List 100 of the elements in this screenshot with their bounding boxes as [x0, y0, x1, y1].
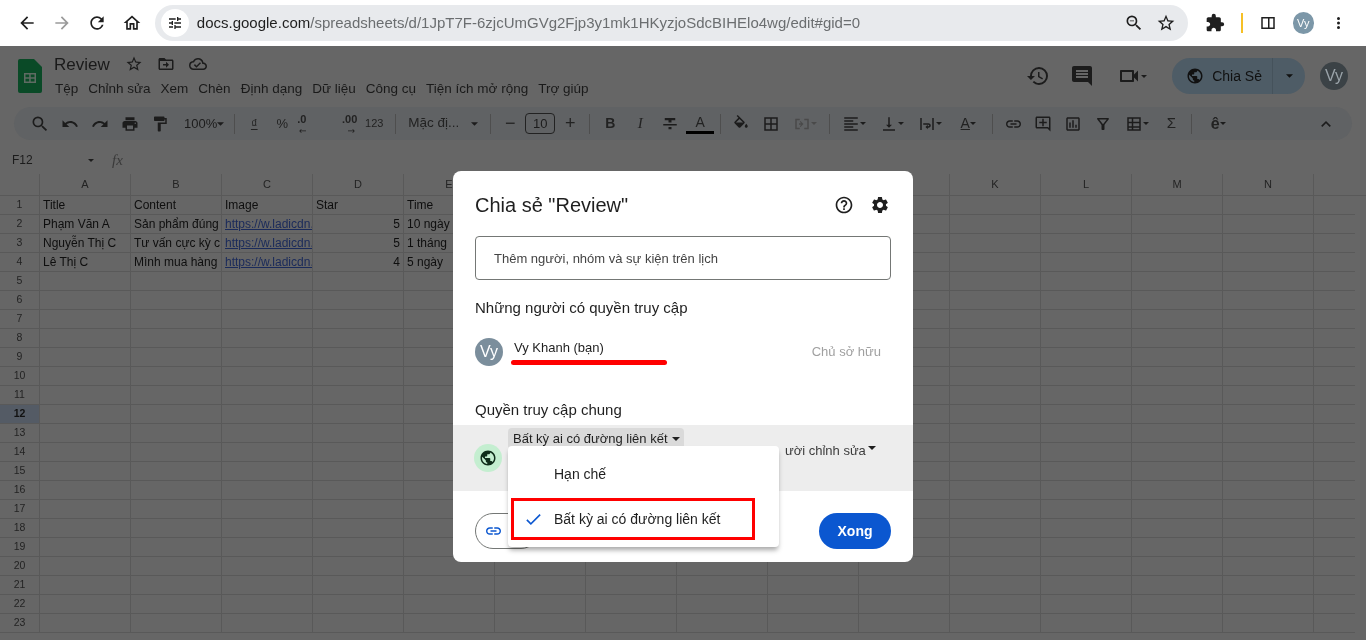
- column-header[interactable]: A: [81, 176, 89, 193]
- row-header[interactable]: 2: [0, 215, 39, 233]
- row-header[interactable]: 21: [0, 576, 39, 594]
- menu-item[interactable]: Tệp: [50, 78, 84, 101]
- caret-icon: [1143, 122, 1150, 125]
- menu-item[interactable]: Chỉnh sửa: [83, 78, 156, 101]
- addcomment-icon: [1034, 114, 1053, 133]
- row-header[interactable]: 10: [0, 367, 39, 385]
- done-button[interactable]: Xong: [819, 513, 891, 549]
- row-header[interactable]: 16: [0, 481, 39, 499]
- row-header[interactable]: 13: [0, 424, 39, 442]
- table-icon: [1125, 114, 1144, 133]
- row-header[interactable]: 23: [0, 614, 39, 632]
- column-header[interactable]: N: [1264, 176, 1272, 193]
- caret-icon: [671, 437, 680, 441]
- currency-format-button[interactable]: ₫: [241, 110, 268, 137]
- caret-icon: [1141, 74, 1148, 78]
- font-size-field[interactable]: 10: [525, 113, 556, 134]
- row-header[interactable]: 11: [0, 386, 39, 404]
- menu-item[interactable]: Định dạng: [235, 78, 308, 101]
- puzzle-icon: [1205, 13, 1226, 33]
- font-dropdown[interactable]: Mặc đị...: [402, 110, 485, 137]
- bold-button[interactable]: B: [596, 110, 625, 137]
- caret-icon: [217, 121, 225, 126]
- row-header[interactable]: 17: [0, 500, 39, 518]
- site-info-button[interactable]: [160, 9, 189, 37]
- name-box[interactable]: F12: [12, 151, 88, 169]
- account-avatar[interactable]: Vy: [1320, 62, 1348, 90]
- cell-text: Sản phẩm đúng: [133, 216, 220, 233]
- increase-font-size-button[interactable]: +: [557, 110, 584, 137]
- row-header[interactable]: 8: [0, 329, 39, 347]
- menu-item[interactable]: Trợ giúp: [533, 78, 594, 101]
- borders-icon: [762, 114, 781, 133]
- cell-text: Mình mua hàng: [133, 254, 219, 271]
- cell-text: Title: [42, 197, 67, 214]
- text-rotation-button[interactable]: A: [950, 110, 987, 137]
- functions-button[interactable]: Σ: [1157, 110, 1186, 137]
- menu-item[interactable]: Chèn: [193, 78, 236, 101]
- menu-item[interactable]: Tiện ích mở rộng: [421, 78, 534, 101]
- text-color-button[interactable]: A: [686, 113, 715, 134]
- add-people-field[interactable]: Thêm người, nhóm và sự kiện trên lịch: [475, 236, 891, 280]
- italic-button[interactable]: I: [626, 110, 655, 137]
- decrease-font-size-button[interactable]: −: [497, 110, 524, 137]
- decrease-decimals-button[interactable]: .0: [297, 110, 326, 137]
- caret-icon: [969, 122, 976, 125]
- cell-text: 5 ngày: [406, 254, 445, 271]
- menu-item[interactable]: Dữ liệu: [307, 78, 361, 101]
- row-header[interactable]: 22: [0, 595, 39, 613]
- link-icon: [1005, 119, 1021, 128]
- cell-link[interactable]: https://w.ladicdn.: [222, 234, 312, 252]
- caret-icon: [936, 122, 943, 125]
- roller-icon: [151, 114, 169, 133]
- column-header[interactable]: M: [1172, 176, 1182, 193]
- star-icon: [124, 55, 143, 74]
- row-header[interactable]: 12: [0, 405, 39, 423]
- column-header[interactable]: D: [354, 176, 362, 193]
- column-header[interactable]: E: [445, 176, 453, 193]
- column-header[interactable]: L: [1082, 176, 1090, 193]
- user-name: Vy Khanh (bạn): [514, 338, 605, 357]
- globe-icon: [479, 449, 497, 467]
- row-header[interactable]: 6: [0, 291, 39, 309]
- row-header[interactable]: 19: [0, 538, 39, 556]
- column-header[interactable]: C: [263, 176, 271, 193]
- row-header[interactable]: 14: [0, 443, 39, 461]
- section-heading: Quyền truy cập chung: [475, 399, 623, 420]
- input-tools-button[interactable]: ê: [1198, 110, 1239, 137]
- cell-text: 1 tháng: [406, 235, 449, 252]
- increase-decimals-button[interactable]: .00: [327, 110, 358, 137]
- zoom-dropdown[interactable]: 100%: [176, 110, 229, 137]
- row-header[interactable]: 5: [0, 272, 39, 290]
- row-header[interactable]: 7: [0, 310, 39, 328]
- menu-item[interactable]: Xem: [155, 78, 194, 101]
- column-header[interactable]: K: [991, 176, 999, 193]
- row-header[interactable]: 1: [0, 196, 39, 214]
- row-header[interactable]: 20: [0, 557, 39, 575]
- cell-text: Phạm Văn A: [42, 216, 111, 233]
- document-title[interactable]: Review: [50, 51, 114, 78]
- percent-format-button[interactable]: %: [269, 110, 296, 137]
- row-header[interactable]: 18: [0, 519, 39, 537]
- history-icon: [1026, 64, 1051, 88]
- row-header[interactable]: 15: [0, 462, 39, 480]
- cell-text: Star: [315, 197, 339, 214]
- column-header[interactable]: B: [172, 176, 180, 193]
- row-header[interactable]: 4: [0, 253, 39, 271]
- cell-text: 5: [392, 235, 401, 252]
- menu-item[interactable]: Công cụ: [360, 78, 422, 101]
- row-header[interactable]: 3: [0, 234, 39, 252]
- spreadsheet-logo-icon[interactable]: [18, 59, 42, 93]
- menu-option[interactable]: Bất kỳ ai có đường liên kết: [511, 498, 755, 540]
- profile-avatar[interactable]: Vy: [1292, 12, 1314, 34]
- number-format-button[interactable]: 123: [359, 110, 390, 137]
- cell-text: 4: [392, 254, 401, 271]
- cell-text: Image: [224, 197, 260, 214]
- globe-icon: [1186, 67, 1205, 85]
- cell-link[interactable]: https://w.ladicdn.: [222, 215, 312, 233]
- row-header[interactable]: 9: [0, 348, 39, 366]
- owner-label: Chủ sở hữu: [811, 342, 881, 361]
- chart-icon: [1064, 114, 1083, 133]
- cell-text: 5: [392, 216, 401, 233]
- cell-link[interactable]: https://w.ladicdn.: [222, 253, 312, 271]
